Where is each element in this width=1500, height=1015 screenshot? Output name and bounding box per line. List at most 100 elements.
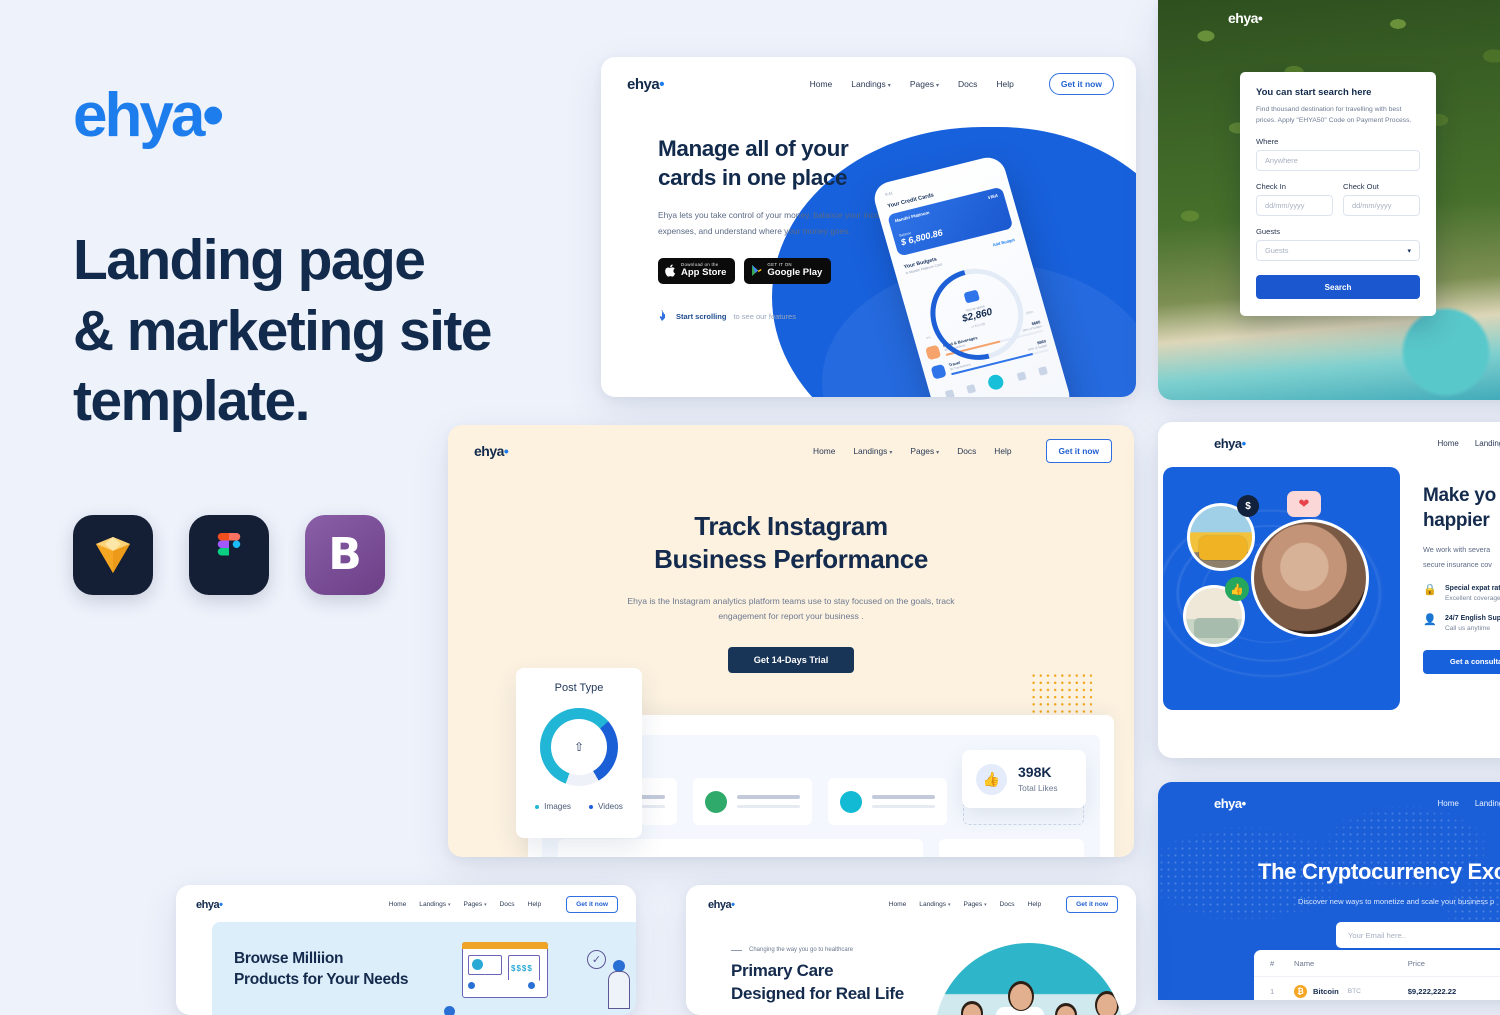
search-panel-title: You can start search here: [1256, 87, 1372, 98]
nav-item-help[interactable]: Help: [1028, 901, 1042, 908]
tab-add-icon[interactable]: [986, 373, 1006, 392]
nav-item-home[interactable]: Home: [889, 901, 907, 908]
total-likes-widget: 👍 398K Total Likes: [962, 750, 1086, 808]
get-it-now-button[interactable]: Get it now: [1066, 896, 1118, 913]
travel-logo[interactable]: ehya•: [1228, 10, 1263, 26]
card-logo[interactable]: ehya•: [627, 76, 664, 93]
gauge-min: 0%: [925, 335, 932, 341]
total-likes-value: 398K: [1018, 763, 1052, 780]
card-logo[interactable]: ehya•: [1214, 436, 1246, 451]
search-panel: You can start search here Find thousand …: [1240, 72, 1436, 317]
get-it-now-button[interactable]: Get it now: [566, 896, 618, 913]
nav-item-pages[interactable]: Pages ▾: [463, 901, 486, 908]
tab-stats-icon[interactable]: [966, 383, 977, 394]
preview-card-instagram[interactable]: ehya• Home Landings ▾ Pages ▾ Docs Help Ge…: [448, 425, 1134, 857]
nav-item-pages[interactable]: Pages ▾: [910, 446, 939, 456]
get-it-now-button[interactable]: Get it now: [1048, 73, 1114, 95]
nav-item-home[interactable]: Home: [813, 446, 835, 456]
nav-item-landings[interactable]: Landings▾: [853, 446, 892, 456]
post-type-legend: Images Videos: [516, 802, 642, 811]
nav-item-home[interactable]: Home: [1437, 799, 1458, 808]
table-row[interactable]: 1 ₿ Bitcoin BTC $9,222,222.22 +2.33%: [1254, 977, 1500, 1000]
slider-handle-right-icon: [528, 982, 535, 989]
app-store-big: App Store: [681, 267, 727, 279]
presenter-avatar: [608, 960, 630, 1015]
nav-item-landings[interactable]: Landings▾: [1475, 799, 1500, 808]
nav-item-landings[interactable]: Landings▾: [419, 901, 450, 908]
preview-card-healthcare[interactable]: ehya• Home Landings ▾ Pages ▾ Docs Help Ge…: [686, 885, 1136, 1015]
tab-cards-icon[interactable]: [1016, 371, 1027, 381]
nav-item-pages[interactable]: Pages ▾: [963, 901, 986, 908]
guests-select[interactable]: Guests ▾: [1256, 240, 1420, 262]
card-logo[interactable]: ehya•: [474, 443, 509, 459]
stat-card: [693, 778, 812, 825]
ig-heading-line-1: Track Instagram: [694, 511, 888, 541]
preview-card-insurance[interactable]: ehya• Home Landings▾ Pa $ 👍 ❤ Make yo ha…: [1158, 422, 1500, 758]
email-input[interactable]: Your Email here..: [1339, 931, 1500, 940]
upload-icon: ⇧: [573, 740, 585, 754]
card-logo-dot-icon: •: [219, 898, 223, 911]
tab-wallet-icon[interactable]: [944, 388, 955, 397]
post-type-donut-chart: ⇧: [540, 708, 618, 786]
search-button[interactable]: Search: [1256, 275, 1420, 300]
nav-item-pages[interactable]: Pages ▾: [910, 79, 939, 89]
nav-item-home[interactable]: Home: [810, 79, 833, 89]
checkin-placeholder: dd/mm/yyyy: [1265, 201, 1305, 211]
card-logo[interactable]: ehya•: [196, 898, 223, 911]
sketch-icon[interactable]: [73, 515, 153, 595]
nav-item-home[interactable]: Home: [1437, 439, 1458, 448]
card-nav-links: Home Landings ▾ Pages ▾ Docs Help Get it n…: [813, 439, 1112, 463]
nav-item-docs[interactable]: Docs: [958, 79, 977, 89]
card-logo[interactable]: ehya•: [708, 898, 735, 911]
ins-heading-line-1: Make yo: [1423, 485, 1496, 506]
nav-item-help[interactable]: Help: [528, 901, 542, 908]
card-logo[interactable]: ehya•: [1214, 796, 1246, 811]
get-it-now-button[interactable]: Get it now: [1045, 439, 1112, 463]
nav-item-help[interactable]: Help: [996, 79, 1013, 89]
insurance-feature: 👤 24/7 English Suppo Call us anytime: [1423, 614, 1500, 632]
chevron-down-icon: ▾: [1407, 247, 1411, 255]
preview-card-cards-app[interactable]: ehya• Home Landings ▾ Pages ▾ Docs Help Ge…: [601, 57, 1136, 397]
nav-item-landings-label: Landings: [853, 446, 888, 456]
card-logo-dot-icon: •: [659, 75, 664, 93]
bitcoin-icon: ₿: [1294, 984, 1307, 998]
post-type-title: Post Type: [554, 682, 604, 694]
bootstrap-icon[interactable]: B: [305, 515, 385, 595]
legend-videos: Videos: [588, 802, 623, 811]
where-input[interactable]: Anywhere: [1256, 150, 1420, 172]
preview-card-crypto[interactable]: ehya• Home Landings▾ Pa The Cryptocurren…: [1158, 782, 1500, 1000]
get-consultation-button[interactable]: Get a consultation: [1423, 649, 1500, 674]
guests-placeholder: Guests: [1265, 246, 1289, 256]
lock-icon: 🔒: [1423, 583, 1437, 596]
nav-item-landings[interactable]: Landings▾: [1475, 439, 1500, 448]
ins-paragraph-line-1: We work with severa: [1423, 545, 1491, 555]
preview-card-ecommerce[interactable]: ehya• Home Landings ▾ Pages ▾ Docs Help Ge…: [176, 885, 636, 1015]
nav-item-landings[interactable]: Landings▾: [851, 79, 891, 89]
cell-name: ₿ Bitcoin BTC: [1294, 984, 1408, 998]
check-circle-icon: ✓: [587, 950, 606, 969]
scroll-hint-rest: to see our features: [733, 312, 796, 321]
slider-handle-left-icon: [468, 982, 475, 989]
checkin-input[interactable]: dd/mm/yyyy: [1256, 195, 1333, 217]
legend-videos-label: Videos: [597, 802, 623, 811]
tab-profile-icon[interactable]: [1037, 365, 1048, 376]
doctor-avatar: [952, 1001, 992, 1015]
figma-icon[interactable]: [189, 515, 269, 595]
health-eyebrow: Changing the way you go to healthcare: [731, 947, 853, 953]
dashboard-row-2: [558, 839, 1084, 857]
get-trial-button[interactable]: Get 14-Days Trial: [728, 647, 854, 674]
nav-item-docs[interactable]: Docs: [1000, 901, 1015, 908]
google-play-button[interactable]: GET IT ON Google Play: [744, 258, 832, 284]
nav-item-landings[interactable]: Landings▾: [919, 901, 950, 908]
preview-card-travel[interactable]: ehya• You can start search here Find tho…: [1158, 0, 1500, 400]
card-nav: ehya• Home Landings ▾ Pages ▾ Docs Help Ge…: [176, 885, 636, 913]
app-store-button[interactable]: Download on the App Store: [658, 258, 736, 284]
feature-sub: Call us anytime: [1445, 624, 1491, 632]
card-logo-text: ehya: [708, 898, 732, 911]
nav-item-docs[interactable]: Docs: [957, 446, 976, 456]
nav-item-home[interactable]: Home: [389, 901, 407, 908]
thumbs-up-badge-icon: 👍: [1225, 577, 1249, 601]
nav-item-docs[interactable]: Docs: [500, 901, 515, 908]
checkout-input[interactable]: dd/mm/yyyy: [1343, 195, 1420, 217]
nav-item-help[interactable]: Help: [994, 446, 1011, 456]
